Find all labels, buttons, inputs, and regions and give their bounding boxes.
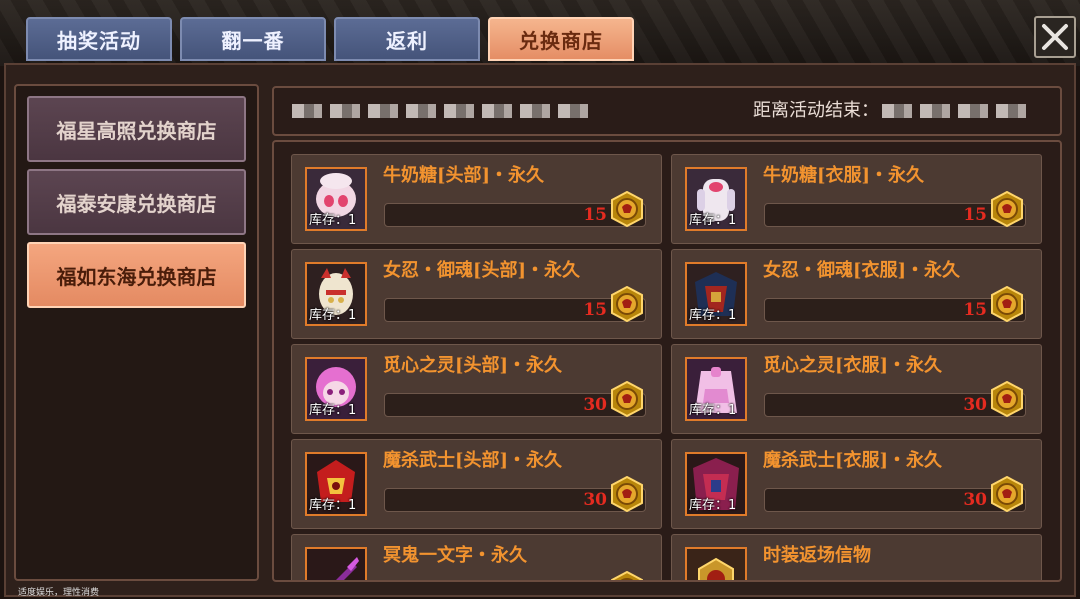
item-thumbnail: 库存：1 [305, 452, 367, 516]
item-name: 魔杀武士[头部]・永久 [383, 450, 563, 471]
item-thumbnail: 库存：1 [305, 262, 367, 326]
item-thumbnail: 库存：1 [685, 452, 747, 516]
close-icon [1042, 24, 1068, 50]
item-name: 魔杀武士[衣服]・永久 [763, 450, 943, 471]
gold-coin-icon [611, 191, 643, 227]
gold-coin-icon [611, 476, 643, 512]
product-card[interactable]: 时装返场信物 [671, 534, 1042, 580]
sidebar-item-label: 福星高照兑换商店 [56, 118, 217, 143]
product-card[interactable]: 库存：1 女忍・御魂[衣服]・永久 15 [671, 249, 1042, 339]
item-price: 15 [583, 205, 607, 225]
item-thumbnail: 库存：1 [685, 357, 747, 421]
gold-coin-icon [991, 191, 1023, 227]
close-button[interactable] [1034, 16, 1076, 58]
gold-coin-icon [991, 381, 1023, 417]
item-name: 觅心之灵[衣服]・永久 [763, 355, 943, 376]
gold-coin-icon [991, 476, 1023, 512]
stock-label: 库存：1 [689, 403, 737, 418]
tab-label: 返利 [386, 28, 428, 53]
sidebar-item-furu[interactable]: 福如东海兑换商店 [27, 242, 246, 308]
item-thumbnail: 库存：1 [305, 167, 367, 231]
stock-label: 库存：1 [309, 308, 357, 323]
product-card[interactable]: 库存：1 觅心之灵[衣服]・永久 30 [671, 344, 1042, 434]
stock-label: 库存：1 [689, 498, 737, 513]
item-price: 30 [583, 490, 607, 510]
item-thumbnail [685, 547, 747, 580]
product-card[interactable]: 库存：1 女忍・御魂[头部]・永久 15 [291, 249, 662, 339]
product-card[interactable]: 库存：1 魔杀武士[头部]・永久 30 [291, 439, 662, 529]
item-name: 牛奶糖[头部]・永久 [383, 165, 545, 186]
item-thumbnail [305, 547, 367, 580]
tab-label: 抽奖活动 [57, 28, 141, 53]
shop-sidebar: 福星高照兑换商店 福泰安康兑换商店 福如东海兑换商店 [14, 84, 259, 581]
item-price: 15 [583, 300, 607, 320]
stock-label: 库存：1 [309, 403, 357, 418]
sidebar-item-label: 福泰安康兑换商店 [56, 191, 217, 216]
tab-rebate[interactable]: 返利 [334, 17, 480, 61]
stock-label: 库存：1 [309, 498, 357, 513]
product-card[interactable]: 库存：1 牛奶糖[衣服]・永久 15 [671, 154, 1042, 244]
activity-end-label: 距离活动结束： [753, 100, 879, 121]
item-name: 女忍・御魂[头部]・永久 [383, 260, 581, 281]
stock-label: 库存：1 [689, 213, 737, 228]
item-price: 30 [583, 395, 607, 415]
tab-label: 翻一番 [221, 28, 285, 53]
gold-coin-icon [611, 286, 643, 322]
item-name: 女忍・御魂[衣服]・永久 [763, 260, 961, 281]
gold-coin-icon [611, 571, 643, 580]
stock-label: 库存：1 [309, 213, 357, 228]
item-price: 30 [963, 490, 987, 510]
item-thumbnail: 库存：1 [685, 167, 747, 231]
sidebar-item-futai[interactable]: 福泰安康兑换商店 [27, 169, 246, 235]
item-name: 冥鬼一文字・永久 [383, 545, 527, 566]
tab-exchange-shop[interactable]: 兑换商店 [488, 17, 634, 61]
product-card[interactable]: 库存：1 觅心之灵[头部]・永久 30 [291, 344, 662, 434]
item-price: 30 [963, 395, 987, 415]
product-card[interactable]: 库存：1 牛奶糖[头部]・永久 15 [291, 154, 662, 244]
sidebar-item-label: 福如东海兑换商店 [56, 264, 217, 289]
health-notice: 适度娱乐，理性消费 [18, 588, 100, 598]
product-card[interactable]: 冥鬼一文字・永久 [291, 534, 662, 580]
gold-coin-icon [611, 381, 643, 417]
tab-lottery[interactable]: 抽奖活动 [26, 17, 172, 61]
redacted-countdown [882, 104, 1034, 118]
item-name: 觅心之灵[头部]・永久 [383, 355, 563, 376]
item-price: 15 [963, 205, 987, 225]
tab-double[interactable]: 翻一番 [180, 17, 326, 61]
gold-coin-icon [991, 286, 1023, 322]
item-thumbnail: 库存：1 [305, 357, 367, 421]
tab-label: 兑换商店 [519, 28, 603, 53]
item-thumbnail: 库存：1 [685, 262, 747, 326]
product-card[interactable]: 库存：1 魔杀武士[衣服]・永久 30 [671, 439, 1042, 529]
redacted-text [292, 104, 592, 118]
stock-label: 库存：1 [689, 308, 737, 323]
activity-info-bar [272, 86, 1062, 136]
item-price: 15 [963, 300, 987, 320]
product-list[interactable]: 库存：1 牛奶糖[头部]・永久 15 库存：1 牛奶糖[衣服]・永久 15 库存… [272, 140, 1062, 582]
item-name: 时装返场信物 [763, 545, 871, 566]
sidebar-item-fuxing[interactable]: 福星高照兑换商店 [27, 96, 246, 162]
item-name: 牛奶糖[衣服]・永久 [763, 165, 925, 186]
